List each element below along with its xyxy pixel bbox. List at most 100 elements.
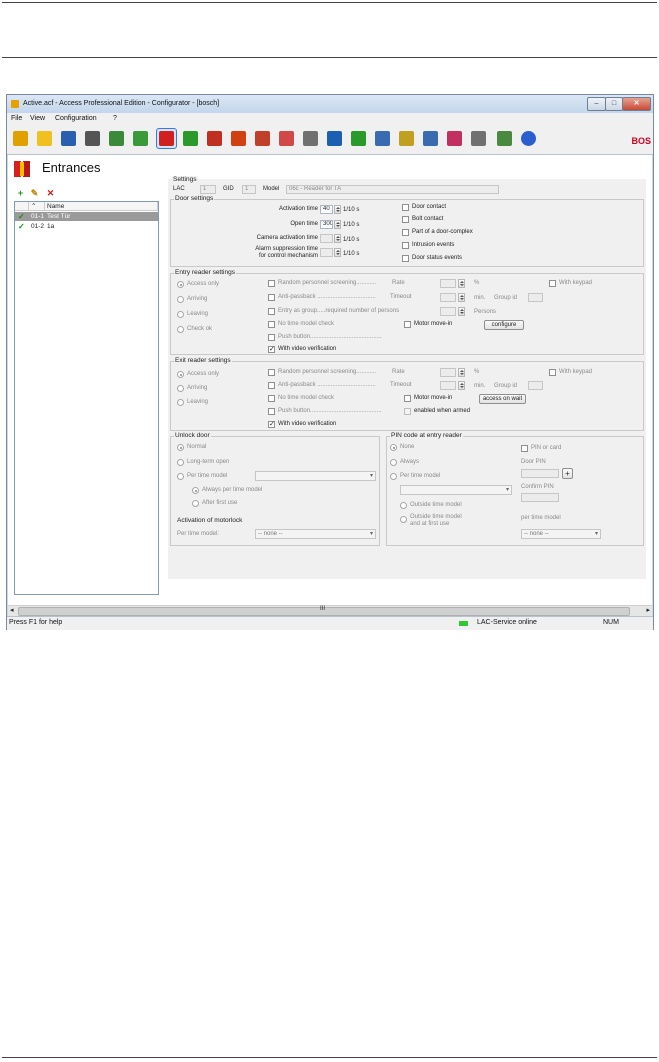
motorlock-time-model-select[interactable]: -- none -- bbox=[255, 529, 376, 539]
pin-per-time-model-select[interactable]: -- none -- bbox=[521, 529, 601, 539]
pin-none-radio[interactable] bbox=[390, 444, 397, 451]
exit-push-button-checkbox[interactable] bbox=[268, 408, 275, 415]
entry-motor-move-in-checkbox[interactable] bbox=[404, 321, 411, 328]
report-icon[interactable] bbox=[373, 129, 392, 148]
scroll-right-icon[interactable]: ▸ bbox=[646, 606, 650, 614]
close-button[interactable]: ✕ bbox=[622, 97, 651, 111]
open-time-field[interactable]: 300 bbox=[320, 220, 333, 229]
print-icon-glyph bbox=[423, 131, 438, 146]
door-settings-title: Door settings bbox=[174, 195, 215, 202]
map-icon[interactable] bbox=[495, 129, 514, 148]
help-icon[interactable] bbox=[519, 129, 538, 148]
unlock-normal-radio[interactable] bbox=[177, 444, 184, 451]
unlock-time-model-select[interactable] bbox=[255, 471, 376, 481]
after-first-use-radio[interactable] bbox=[192, 500, 199, 507]
tools-icon[interactable] bbox=[83, 129, 102, 148]
door-contact-checkbox[interactable] bbox=[402, 204, 409, 211]
open-time-spinner[interactable] bbox=[334, 220, 341, 229]
always-per-time-model-radio[interactable] bbox=[192, 487, 199, 494]
calendar-icon[interactable] bbox=[253, 129, 272, 148]
download-icon[interactable] bbox=[205, 129, 224, 148]
activation-time-spinner[interactable] bbox=[334, 205, 341, 214]
entrances-icon[interactable] bbox=[156, 128, 177, 149]
unlock-per-time-model-radio[interactable] bbox=[177, 473, 184, 480]
exit-leaving-radio[interactable] bbox=[177, 399, 184, 406]
entry-push-button-checkbox[interactable] bbox=[268, 334, 275, 341]
pin-outside-first-use-radio[interactable] bbox=[400, 516, 407, 523]
entry-with-keypad-checkbox[interactable] bbox=[549, 280, 556, 287]
network-icon[interactable] bbox=[107, 129, 126, 148]
exit-random-screening-checkbox[interactable] bbox=[268, 369, 275, 376]
entry-leaving-radio[interactable] bbox=[177, 311, 184, 318]
entry-random-screening-checkbox[interactable] bbox=[268, 280, 275, 287]
bolt-contact-checkbox[interactable] bbox=[402, 216, 409, 223]
entry-no-time-model-checkbox[interactable] bbox=[268, 321, 275, 328]
delete-icon[interactable]: ✕ bbox=[46, 189, 55, 198]
pin-per-time-model-radio[interactable] bbox=[390, 473, 397, 480]
activation-time-field[interactable]: 40 bbox=[320, 205, 333, 214]
exit-access-only-radio[interactable] bbox=[177, 371, 184, 378]
menu-view[interactable]: View bbox=[30, 115, 45, 122]
print-icon[interactable] bbox=[421, 129, 440, 148]
persons-icon[interactable] bbox=[325, 129, 344, 148]
exit-timeout-min: min. bbox=[474, 383, 486, 389]
minimize-button[interactable]: – bbox=[587, 97, 606, 111]
log-icon[interactable] bbox=[397, 129, 416, 148]
unlock-long-term-radio[interactable] bbox=[177, 459, 184, 466]
entry-video-verification-checkbox[interactable] bbox=[268, 345, 275, 353]
column-header-id[interactable]: ⌃ bbox=[29, 202, 45, 211]
column-header-check[interactable] bbox=[15, 202, 29, 211]
pin-or-card-checkbox[interactable] bbox=[521, 445, 528, 452]
door-complex-checkbox[interactable] bbox=[402, 229, 409, 236]
menu-configuration[interactable]: Configuration bbox=[55, 115, 97, 122]
entry-check-ok-radio[interactable] bbox=[177, 326, 184, 333]
menu-file[interactable]: File bbox=[11, 115, 22, 122]
lac-field: 1 bbox=[200, 185, 216, 194]
menu-help[interactable]: ? bbox=[113, 115, 117, 122]
scroll-left-icon[interactable]: ◂ bbox=[10, 606, 14, 614]
add-icon[interactable]: + bbox=[16, 189, 25, 198]
exit-arriving-radio[interactable] bbox=[177, 385, 184, 392]
exit-antipassback-label: Anti-passback ..........................… bbox=[278, 382, 376, 388]
entry-antipassback-checkbox[interactable] bbox=[268, 294, 275, 301]
area-icon[interactable] bbox=[349, 129, 368, 148]
entry-as-group-checkbox[interactable] bbox=[268, 308, 275, 315]
card-reader-icon[interactable] bbox=[131, 129, 150, 148]
exit-with-keypad-checkbox[interactable] bbox=[549, 369, 556, 376]
door-status-events-checkbox[interactable] bbox=[402, 255, 409, 262]
time-icon[interactable] bbox=[277, 129, 296, 148]
access-on-wait-button[interactable]: access on wait bbox=[479, 394, 526, 404]
maximize-button[interactable]: □ bbox=[605, 97, 623, 111]
exit-no-time-model-checkbox[interactable] bbox=[268, 395, 275, 402]
exit-motor-move-in-checkbox[interactable] bbox=[404, 395, 411, 402]
configure-button[interactable]: configure bbox=[484, 320, 524, 330]
list-row[interactable]: ✓ 01-2 1a bbox=[15, 222, 158, 231]
exit-antipassback-checkbox[interactable] bbox=[268, 382, 275, 389]
new-file-icon[interactable] bbox=[11, 129, 30, 148]
list-row[interactable]: ✓ 01-1 Test Tür bbox=[15, 212, 158, 221]
badge-icon[interactable] bbox=[445, 129, 464, 148]
video-icon[interactable] bbox=[469, 129, 488, 148]
intrusion-events-checkbox[interactable] bbox=[402, 242, 409, 249]
column-header-name[interactable]: Name bbox=[45, 202, 158, 211]
entry-arriving-radio[interactable] bbox=[177, 296, 184, 303]
alarm-icon[interactable] bbox=[229, 129, 248, 148]
entry-access-only-radio[interactable] bbox=[177, 281, 184, 288]
unlock-door-title: Unlock door bbox=[174, 432, 211, 439]
door-pin-label: Door PIN bbox=[521, 459, 546, 465]
exit-video-verification-checkbox[interactable] bbox=[268, 420, 275, 428]
pin-time-model-select[interactable] bbox=[400, 485, 512, 495]
open-folder-icon-glyph bbox=[37, 131, 52, 146]
door-pin-add-button[interactable]: + bbox=[562, 468, 573, 479]
pin-always-radio[interactable] bbox=[390, 459, 397, 466]
exit-group-id-field bbox=[528, 381, 543, 390]
open-folder-icon[interactable] bbox=[35, 129, 54, 148]
upload-icon[interactable] bbox=[181, 129, 200, 148]
save-icon[interactable] bbox=[59, 129, 78, 148]
open-unit: 1/10 s bbox=[343, 222, 360, 228]
time-model-icon[interactable] bbox=[301, 129, 320, 148]
enabled-when-armed-checkbox[interactable] bbox=[404, 408, 411, 415]
edit-icon[interactable]: ✎ bbox=[30, 189, 39, 198]
pin-outside-time-model-radio[interactable] bbox=[400, 502, 407, 509]
horizontal-scrollbar[interactable]: ◂ III ▸ bbox=[8, 605, 652, 616]
